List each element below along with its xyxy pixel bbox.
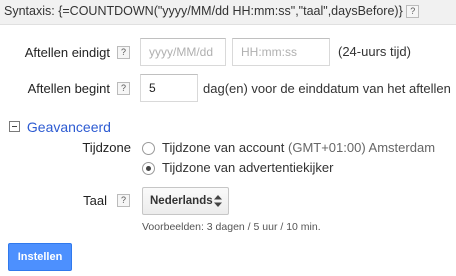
- start-label: Aftellen begint: [27, 81, 110, 96]
- timezone-account-radio[interactable]: [142, 142, 155, 155]
- syntax-help-icon[interactable]: ?: [406, 5, 420, 19]
- end-time-input[interactable]: [232, 38, 330, 66]
- timezone-account-label: Tijdzone van account: [162, 140, 285, 155]
- timezone-viewer-radio[interactable]: [142, 162, 155, 175]
- end-help-icon[interactable]: ?: [117, 46, 130, 59]
- language-selected: Nederlands: [150, 195, 213, 207]
- timezone-viewer-option[interactable]: Tijdzone van advertentiekijker: [162, 160, 334, 175]
- timezone-label: Tijdzone: [82, 140, 131, 155]
- days-before-input[interactable]: [140, 74, 198, 102]
- syntax-label: Syntaxis:: [4, 4, 55, 18]
- timezone-viewer-label: Tijdzone van advertentiekijker: [162, 160, 334, 175]
- end-date-input[interactable]: [140, 38, 226, 66]
- language-select[interactable]: Nederlands: [142, 187, 229, 215]
- start-help-icon[interactable]: ?: [117, 82, 130, 95]
- collapse-icon: [9, 121, 20, 132]
- end-time-hint: (24-uurs tijd): [338, 44, 411, 59]
- language-examples: Voorbeelden: 3 dagen / 5 uur / 10 min.: [142, 221, 321, 233]
- days-before-hint: dag(en) voor de einddatum van het aftell…: [203, 81, 451, 96]
- end-label: Aftellen eindigt: [24, 45, 110, 60]
- submit-button[interactable]: Instellen: [8, 243, 72, 271]
- syntax-formula: {=COUNTDOWN("yyyy/MM/dd HH:mm:ss","taal"…: [58, 4, 403, 18]
- select-arrows-icon: [214, 195, 222, 207]
- timezone-account-option[interactable]: Tijdzone van account (GMT+01:00) Amsterd…: [162, 140, 435, 155]
- syntax-bar: Syntaxis: {=COUNTDOWN("yyyy/MM/dd HH:mm:…: [0, 0, 456, 25]
- advanced-toggle[interactable]: Geavanceerd: [9, 119, 111, 135]
- timezone-account-detail: (GMT+01:00) Amsterdam: [288, 140, 436, 155]
- language-help-icon[interactable]: ?: [117, 194, 130, 207]
- language-label: Taal: [83, 193, 107, 208]
- advanced-title: Geavanceerd: [26, 119, 111, 135]
